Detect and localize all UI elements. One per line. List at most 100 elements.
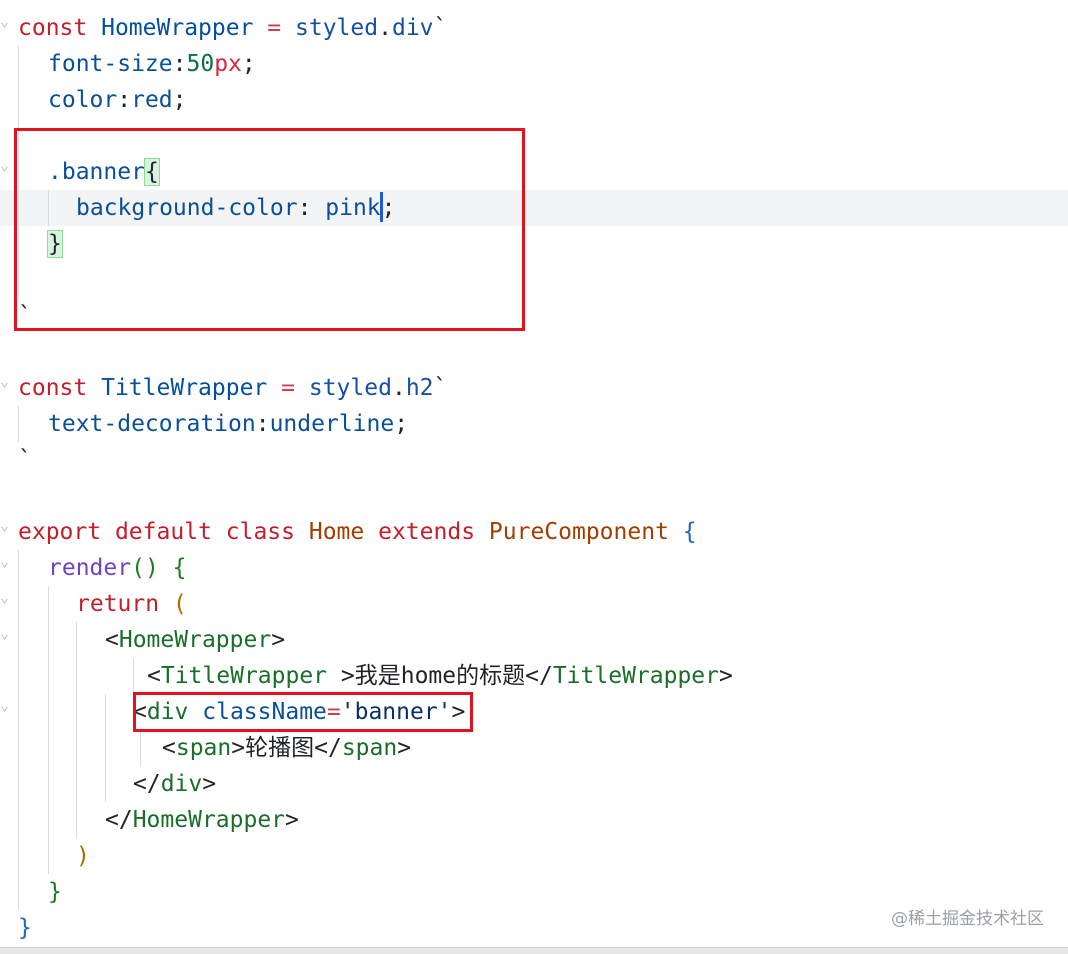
code-token: const — [18, 15, 88, 41]
indent-guide — [48, 586, 49, 622]
code-token: const — [18, 375, 88, 401]
code-token: export — [18, 519, 102, 545]
indent-guide — [18, 46, 19, 82]
code-token: ` — [18, 447, 32, 473]
code-line[interactable]: font-size:50px; — [0, 46, 1068, 82]
code-text: const TitleWrapper = styled.h2` — [18, 370, 447, 406]
code-token: > — [285, 807, 299, 833]
indent-guide — [76, 766, 77, 802]
fold-chevron-icon[interactable]: ⌄ — [0, 588, 9, 606]
code-text: </div> — [133, 766, 216, 802]
code-token: styled — [295, 15, 379, 41]
code-token: ` — [433, 375, 448, 401]
code-text: ) — [76, 838, 90, 874]
code-token: Home — [308, 519, 365, 545]
code-text: <HomeWrapper> — [105, 622, 285, 658]
code-token: ` — [433, 15, 448, 41]
code-token: red — [131, 87, 173, 113]
code-token: < — [105, 627, 119, 653]
indent-guide — [105, 730, 106, 766]
horizontal-scrollbar[interactable] — [0, 947, 1068, 954]
indent-guide — [76, 622, 77, 658]
indent-guide — [105, 766, 106, 802]
code-token: < — [147, 663, 161, 689]
code-token: </ — [314, 735, 342, 761]
code-line[interactable]: ⌄ const HomeWrapper = styled.div` — [0, 10, 1068, 46]
code-token: 我是home的标题 — [354, 663, 526, 689]
code-line[interactable]: </div> — [0, 766, 1068, 802]
indent-guide — [48, 766, 49, 802]
fold-chevron-icon[interactable]: ⌄ — [0, 372, 9, 390]
code-token: styled — [308, 375, 392, 401]
code-line[interactable]: ⌄ export default class Home extends PureC… — [0, 514, 1068, 550]
code-token: } — [48, 879, 62, 905]
indent-guide — [48, 694, 49, 730]
code-line[interactable]: <TitleWrapper >我是home的标题</TitleWrapper> — [0, 658, 1068, 694]
code-text: } — [48, 874, 62, 910]
fold-chevron-icon[interactable]: ⌄ — [0, 624, 9, 642]
code-token: > — [231, 735, 246, 761]
watermark: @稀土掘金技术社区 — [891, 909, 1044, 929]
code-token: { — [172, 555, 187, 581]
code-text: text-decoration:underline; — [48, 406, 408, 442]
code-token: text-decoration — [48, 411, 256, 437]
code-token: : — [172, 51, 187, 77]
indent-guide — [18, 406, 19, 442]
code-token: div — [391, 15, 434, 41]
fold-chevron-icon[interactable]: ⌄ — [0, 552, 9, 570]
indent-guide — [76, 694, 77, 730]
code-line[interactable]: ) — [0, 838, 1068, 874]
code-token: font-size — [48, 51, 173, 77]
code-token: = — [281, 375, 295, 401]
code-line[interactable]: ⌄ const TitleWrapper = styled.h2` — [0, 370, 1068, 406]
code-token: > — [719, 663, 733, 689]
code-token: TitleWrapper — [552, 663, 719, 689]
code-line[interactable]: ⌄ return ( — [0, 586, 1068, 622]
code-token: > — [271, 627, 286, 653]
indent-guide — [18, 730, 19, 766]
indent-guide — [18, 694, 19, 730]
code-token: TitleWrapper — [101, 375, 268, 401]
code-line[interactable]: ⌄ render() { — [0, 550, 1068, 586]
code-token: span — [175, 735, 232, 761]
fold-chevron-icon[interactable]: ⌄ — [0, 696, 9, 714]
code-line[interactable] — [0, 478, 1068, 514]
code-token: TitleWrapper — [160, 663, 328, 689]
code-token: color — [48, 87, 118, 113]
code-token: HomeWrapper — [101, 15, 254, 41]
code-line[interactable]: color:red; — [0, 82, 1068, 118]
code-token: div — [160, 771, 203, 797]
highlight-box-banner-css — [14, 128, 525, 331]
code-line[interactable]: ` — [0, 442, 1068, 478]
indent-guide — [48, 838, 49, 874]
fold-chevron-icon[interactable]: ⌄ — [0, 12, 9, 30]
indent-guide — [76, 658, 77, 694]
code-text: export default class Home extends PureCo… — [18, 514, 697, 550]
code-text: </HomeWrapper> — [105, 802, 299, 838]
code-text: font-size:50px; — [48, 46, 256, 82]
code-token: </ — [105, 807, 133, 833]
code-token: return — [76, 591, 160, 617]
fold-chevron-icon[interactable]: ⌄ — [0, 516, 9, 534]
code-line[interactable]: <span>轮播图</span> — [0, 730, 1068, 766]
code-line[interactable]: text-decoration:underline; — [0, 406, 1068, 442]
code-text: const HomeWrapper = styled.div` — [18, 10, 447, 46]
code-line[interactable]: ⌄ <HomeWrapper> — [0, 622, 1068, 658]
fold-chevron-icon[interactable]: ⌄ — [0, 156, 9, 174]
indent-guide — [48, 658, 49, 694]
code-token: default — [114, 519, 212, 545]
code-line[interactable]: </HomeWrapper> — [0, 802, 1068, 838]
highlight-box-banner-div — [133, 692, 473, 732]
code-line[interactable]: } — [0, 874, 1068, 910]
code-line[interactable] — [0, 334, 1068, 370]
indent-guide — [18, 550, 19, 586]
code-token: ; — [241, 51, 256, 77]
indent-guide — [76, 730, 77, 766]
